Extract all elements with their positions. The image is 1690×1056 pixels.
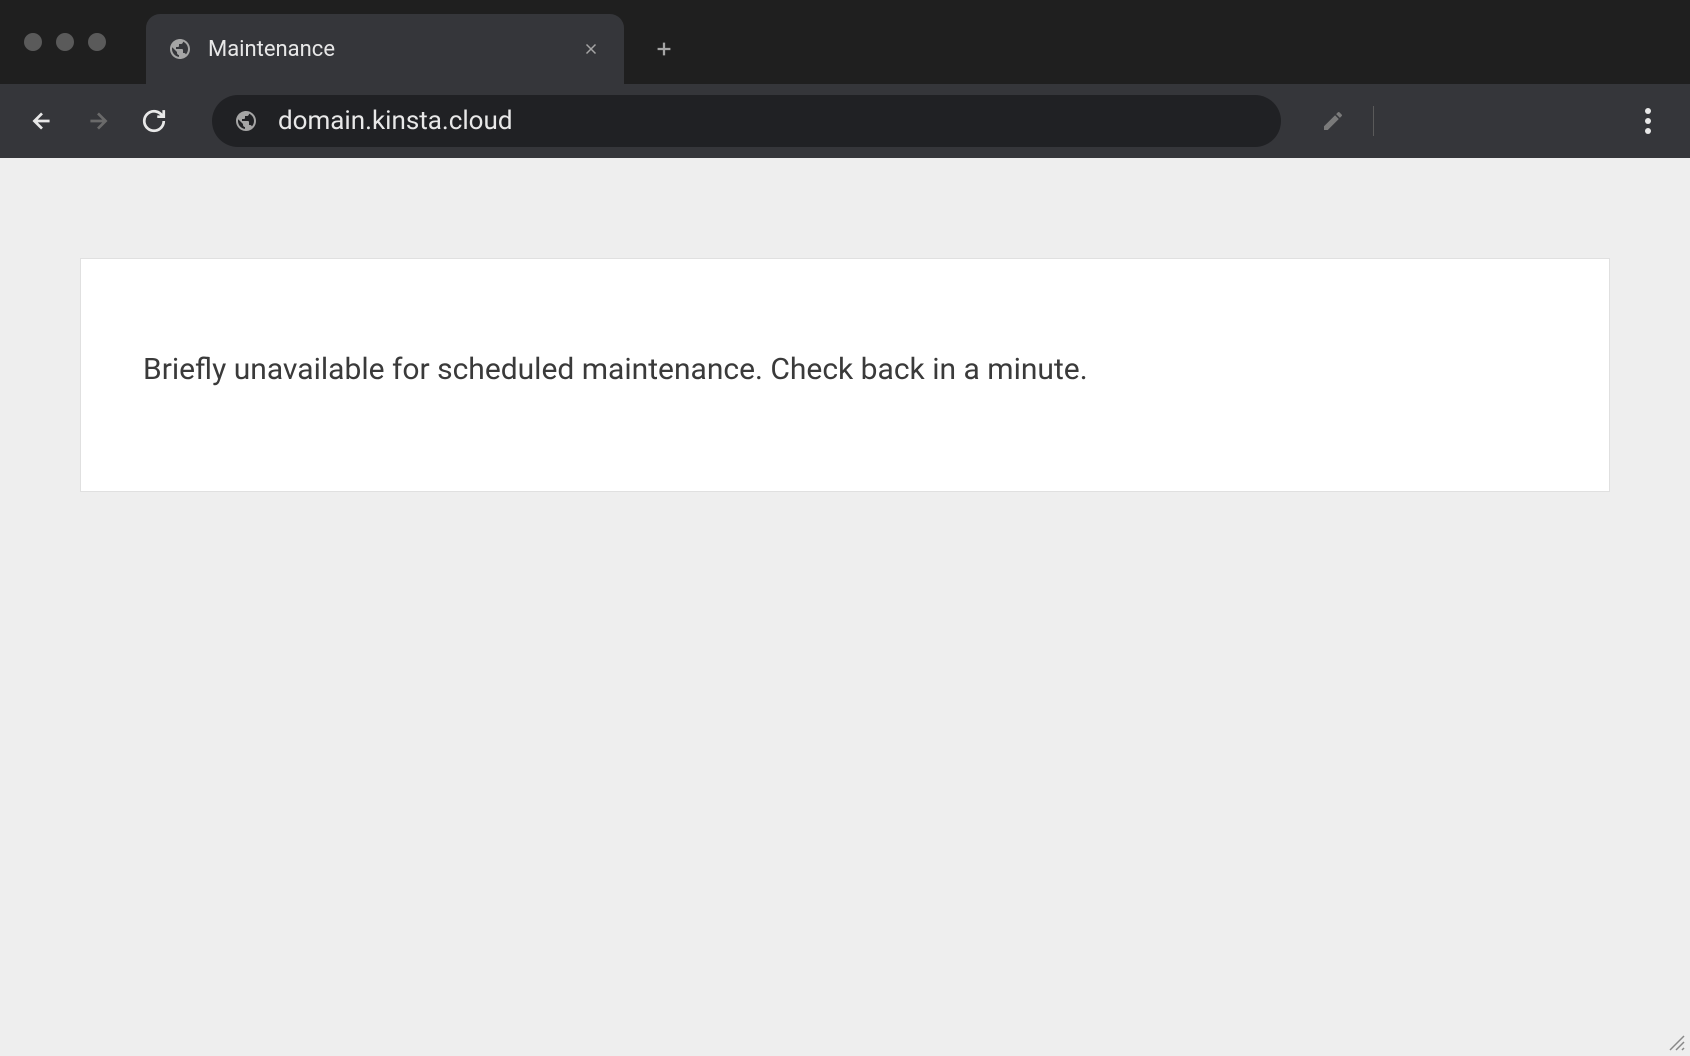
globe-icon [168, 37, 192, 61]
page-content: Briefly unavailable for scheduled mainte… [0, 158, 1690, 1056]
forward-button[interactable] [76, 99, 120, 143]
window-close-button[interactable] [24, 33, 42, 51]
window-controls [0, 33, 106, 51]
browser-toolbar: domain.kinsta.cloud [0, 84, 1690, 158]
pen-icon[interactable] [1311, 99, 1355, 143]
browser-tab[interactable]: Maintenance [146, 14, 624, 84]
toolbar-right [1311, 99, 1384, 143]
window-titlebar: Maintenance [0, 0, 1690, 84]
maintenance-message: Briefly unavailable for scheduled mainte… [143, 349, 1547, 391]
window-maximize-button[interactable] [88, 33, 106, 51]
browser-menu-button[interactable] [1626, 99, 1670, 143]
address-bar[interactable]: domain.kinsta.cloud [212, 95, 1281, 147]
tab-close-button[interactable] [580, 38, 602, 60]
tabs-container: Maintenance [146, 0, 684, 84]
new-tab-button[interactable] [644, 29, 684, 69]
site-info-icon[interactable] [234, 109, 258, 133]
maintenance-card: Briefly unavailable for scheduled mainte… [80, 258, 1610, 492]
reload-button[interactable] [132, 99, 176, 143]
back-button[interactable] [20, 99, 64, 143]
resize-handle-icon[interactable] [1668, 1034, 1686, 1052]
window-minimize-button[interactable] [56, 33, 74, 51]
tab-title: Maintenance [208, 37, 564, 62]
url-input[interactable]: domain.kinsta.cloud [278, 106, 1259, 136]
toolbar-divider [1373, 106, 1374, 136]
